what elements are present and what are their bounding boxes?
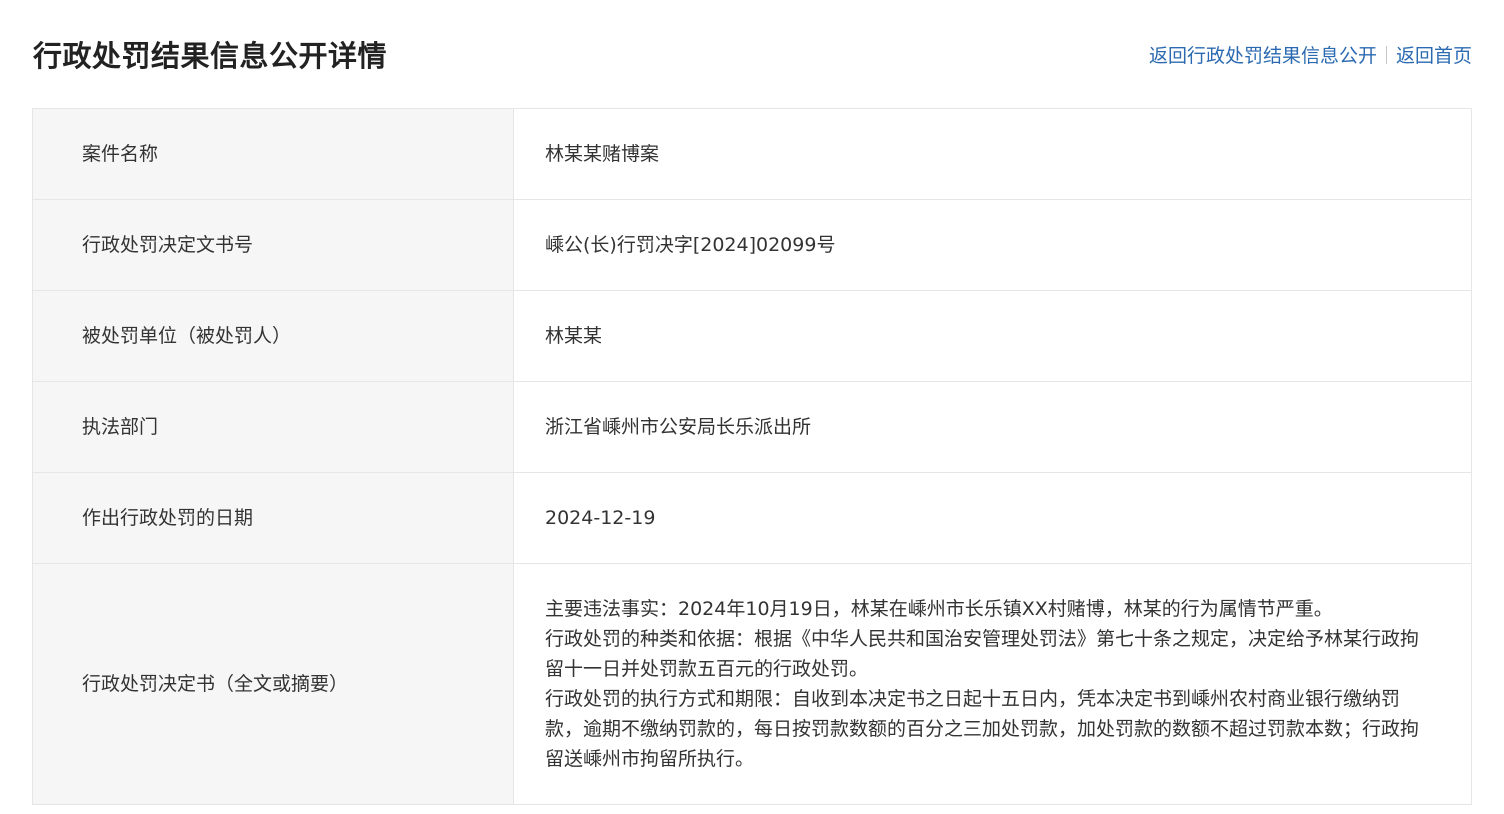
table-row-case-name: 案件名称 林某某赌博案	[32, 108, 1472, 200]
field-label: 行政处罚决定文书号	[32, 199, 514, 291]
table-row-decision-date: 作出行政处罚的日期 2024-12-19	[32, 472, 1472, 564]
field-value: 林某某赌博案	[513, 108, 1472, 200]
table-row-decision-document: 行政处罚决定书（全文或摘要） 主要违法事实：2024年10月19日，林某在嵊州市…	[32, 563, 1472, 805]
field-label: 作出行政处罚的日期	[32, 472, 514, 564]
page-title: 行政处罚结果信息公开详情	[33, 39, 388, 73]
table-row-enforcement-dept: 执法部门 浙江省嵊州市公安局长乐派出所	[32, 381, 1472, 473]
back-to-home-link[interactable]: 返回首页	[1396, 45, 1472, 67]
back-to-list-link[interactable]: 返回行政处罚结果信息公开	[1149, 45, 1377, 67]
field-label: 被处罚单位（被处罚人）	[32, 290, 514, 382]
document-paragraph-facts: 主要违法事实：2024年10月19日，林某在嵊州市长乐镇XX村赌博，林某的行为属…	[545, 598, 1333, 620]
detail-table: 案件名称 林某某赌博案 行政处罚决定文书号 嵊公(长)行罚决字[2024]020…	[32, 108, 1472, 805]
table-row-punished-party: 被处罚单位（被处罚人） 林某某	[32, 290, 1472, 382]
link-divider	[1385, 46, 1387, 64]
field-label: 执法部门	[32, 381, 514, 473]
table-row-decision-number: 行政处罚决定文书号 嵊公(长)行罚决字[2024]02099号	[32, 199, 1472, 291]
field-value: 2024-12-19	[513, 472, 1472, 564]
field-value: 浙江省嵊州市公安局长乐派出所	[513, 381, 1472, 473]
field-value: 嵊公(长)行罚决字[2024]02099号	[513, 199, 1472, 291]
header-nav-links: 返回行政处罚结果信息公开 返回首页	[1149, 42, 1472, 70]
document-paragraph-execution: 行政处罚的执行方式和期限：自收到本决定书之日起十五日内，凭本决定书到嵊州农村商业…	[545, 688, 1420, 770]
field-value: 林某某	[513, 290, 1472, 382]
document-paragraph-penalty-basis: 行政处罚的种类和依据：根据《中华人民共和国治安管理处罚法》第七十条之规定，决定给…	[545, 628, 1420, 680]
field-label: 行政处罚决定书（全文或摘要）	[32, 563, 514, 805]
field-value-document: 主要违法事实：2024年10月19日，林某在嵊州市长乐镇XX村赌博，林某的行为属…	[513, 563, 1472, 805]
field-label: 案件名称	[32, 108, 514, 200]
